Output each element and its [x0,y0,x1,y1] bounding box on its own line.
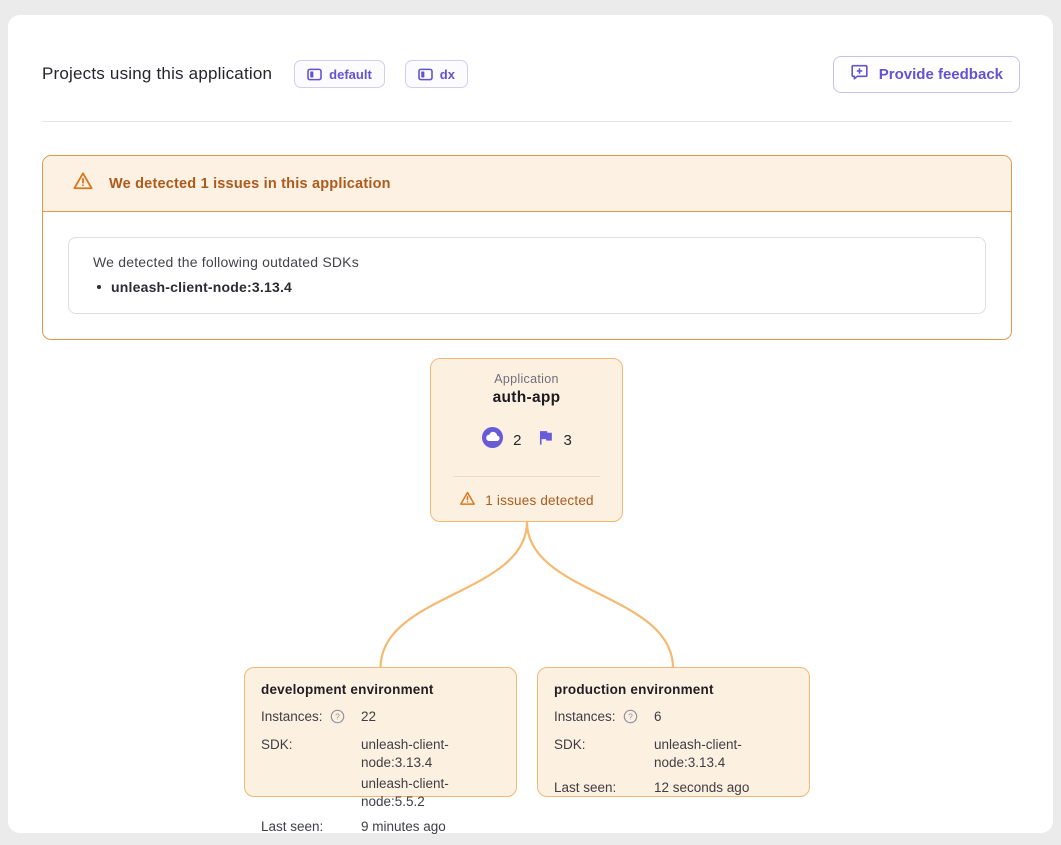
sdk-label: SDK: [261,736,293,754]
last-seen-value: 12 seconds ago [654,779,793,797]
svg-text:?: ? [628,712,633,722]
project-icon [418,68,433,81]
sdk-row: SDK: unleash-client-node:3.13.4 unleash-… [261,736,500,811]
flags-count: 3 [536,428,572,452]
main-panel: Projects using this application default [8,15,1053,833]
flag-icon [536,428,555,452]
instances-value: 6 [654,708,793,729]
environment-title: development environment [261,682,500,697]
instances-value: 22 [361,708,500,729]
application-diagram: Application auth-app 2 [8,340,1053,833]
outdated-sdks-heading: We detected the following outdated SDKs [93,254,961,270]
instances-row: Instances: ? 22 [261,708,500,729]
header-divider [42,121,1012,122]
sdk-value: unleash-client-node:5.5.2 [361,775,500,811]
application-issues: 1 issues detected [431,490,622,510]
last-seen-label: Last seen: [554,779,616,797]
application-label: Application [431,372,622,386]
issues-alert-banner: We detected 1 issues in this application [43,156,1011,212]
sdk-value: unleash-client-node:3.13.4 [361,736,500,772]
feedback-button-label: Provide feedback [879,66,1003,83]
environment-card-development: development environment Instances: ? 22 … [244,667,517,797]
help-icon[interactable]: ? [330,709,345,729]
page-title: Projects using this application [42,64,272,84]
environment-card-production: production environment Instances: ? 6 SD… [537,667,810,797]
outdated-sdks-box: We detected the following outdated SDKs … [68,237,986,314]
project-badges: default dx [294,60,468,88]
environment-title: production environment [554,682,793,697]
project-badge-dx[interactable]: dx [405,60,468,88]
last-seen-row: Last seen: 12 seconds ago [554,779,793,797]
outdated-sdk-item: unleash-client-node:3.13.4 [93,279,961,295]
application-card-divider [453,476,600,477]
project-badge-label: default [329,67,372,82]
issues-alert-body: We detected the following outdated SDKs … [43,212,1011,339]
provide-feedback-button[interactable]: Provide feedback [833,56,1020,93]
application-counts: 2 3 [431,426,622,454]
project-badge-default[interactable]: default [294,60,385,88]
instances-row: Instances: ? 6 [554,708,793,729]
application-card: Application auth-app 2 [430,358,623,522]
environments-count-value: 2 [513,432,521,449]
cloud-icon [481,426,504,454]
issues-alert-title: We detected 1 issues in this application [109,176,391,192]
project-badge-label: dx [440,67,455,82]
last-seen-label: Last seen: [261,818,323,836]
header: Projects using this application default [42,55,1020,93]
instances-label: Instances: [261,708,323,726]
svg-text:?: ? [335,712,340,722]
application-issues-text: 1 issues detected [485,493,593,508]
last-seen-value: 9 minutes ago [361,818,500,836]
sdk-value: unleash-client-node:3.13.4 [654,736,793,772]
flags-count-value: 3 [564,432,572,449]
instances-label: Instances: [554,708,616,726]
issues-alert: We detected 1 issues in this application… [42,155,1012,340]
sdk-row: SDK: unleash-client-node:3.13.4 [554,736,793,772]
outdated-sdk-name: unleash-client-node:3.13.4 [111,279,292,295]
help-icon[interactable]: ? [623,709,638,729]
warning-icon [72,170,94,197]
project-icon [307,68,322,81]
application-name: auth-app [431,389,622,407]
sdk-label: SDK: [554,736,586,754]
warning-icon [459,490,476,510]
last-seen-row: Last seen: 9 minutes ago [261,818,500,836]
feedback-icon [850,63,869,86]
bullet-icon [97,285,101,289]
environments-count: 2 [481,426,521,454]
